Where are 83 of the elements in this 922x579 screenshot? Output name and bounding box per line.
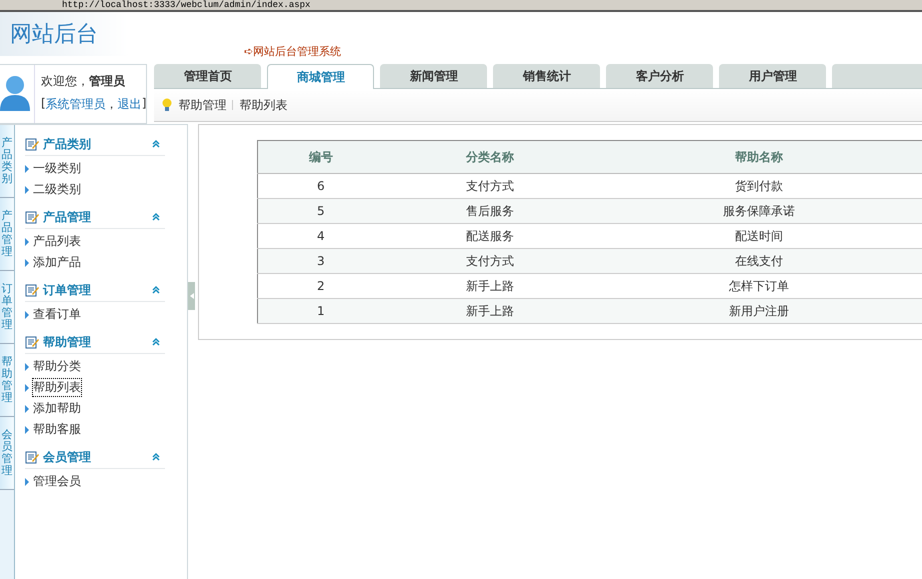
table-cell: 新用户注册 bbox=[596, 298, 922, 324]
table-cell: 配送时间 bbox=[596, 224, 922, 248]
table-cell: 支付方式 bbox=[384, 248, 596, 274]
table-cell: 2 bbox=[258, 274, 384, 298]
menu-item[interactable]: 一级类别 bbox=[33, 160, 81, 177]
breadcrumb-page: 帮助列表 bbox=[239, 96, 288, 114]
menu-item[interactable]: 帮助客服 bbox=[33, 421, 81, 438]
bullet-arrow-icon bbox=[25, 384, 29, 392]
collapse-icon[interactable] bbox=[151, 212, 161, 222]
greeting-text: 欢迎您， bbox=[41, 73, 89, 90]
bracket-text: ] bbox=[142, 96, 146, 112]
collapse-icon[interactable] bbox=[151, 452, 161, 462]
nav-tab[interactable]: 新闻管理 bbox=[380, 64, 488, 88]
table-cell: 6 bbox=[258, 174, 384, 198]
side-vertical-tab[interactable]: 订单管理 bbox=[0, 271, 14, 344]
column-header: 编号 bbox=[258, 140, 384, 174]
nav-tab[interactable]: 用户管理 bbox=[719, 64, 826, 88]
table-cell: 怎样下订单 bbox=[596, 274, 922, 298]
notepad-pencil-icon bbox=[25, 450, 39, 464]
table-cell: 5 bbox=[258, 198, 384, 224]
bullet-arrow-icon bbox=[25, 362, 29, 370]
nav-tab[interactable]: 商城管理 bbox=[267, 64, 374, 89]
side-vertical-tab[interactable]: 会员管理 bbox=[0, 417, 14, 490]
role-link[interactable]: 系统管理员 bbox=[46, 96, 106, 113]
column-header: 分类名称 bbox=[384, 140, 596, 174]
menu-group-title: 产品管理 bbox=[43, 208, 92, 226]
left-arrow-icon bbox=[190, 293, 194, 299]
table-cell: 1 bbox=[258, 298, 384, 324]
nav-tab[interactable]: 销售统计 bbox=[493, 64, 600, 88]
bullet-arrow-icon bbox=[25, 310, 29, 318]
bullet-arrow-icon bbox=[25, 426, 29, 434]
bullet-arrow-icon bbox=[25, 478, 29, 486]
notepad-pencil-icon bbox=[25, 283, 39, 297]
bullet-arrow-icon bbox=[25, 186, 29, 194]
menu-item[interactable]: 产品列表 bbox=[33, 233, 81, 250]
menu-item[interactable]: 管理会员 bbox=[33, 473, 81, 490]
bracket-text: [ bbox=[41, 96, 46, 112]
table-cell: 在线支付 bbox=[596, 248, 922, 274]
nav-tab[interactable]: 客户分析 bbox=[606, 64, 714, 88]
side-vertical-tab[interactable]: 产品管理 bbox=[0, 198, 14, 271]
menu-group-title: 帮助管理 bbox=[43, 334, 92, 350]
logout-link[interactable]: 退出 bbox=[118, 96, 142, 113]
bullet-arrow-icon bbox=[25, 164, 29, 172]
collapse-icon[interactable] bbox=[151, 139, 161, 149]
bullet-arrow-icon bbox=[25, 238, 29, 246]
menu-group-title: 订单管理 bbox=[43, 282, 92, 298]
table-cell: 配送服务 bbox=[384, 224, 596, 248]
table-cell: 新手上路 bbox=[384, 298, 596, 324]
column-header: 帮助名称 bbox=[596, 140, 922, 174]
menu-group-title: 会员管理 bbox=[43, 448, 92, 466]
table-cell: 货到付款 bbox=[596, 174, 922, 198]
menu-item[interactable]: 二级类别 bbox=[33, 181, 81, 198]
table-cell: 售后服务 bbox=[384, 198, 596, 224]
menu-item[interactable]: 添加帮助 bbox=[33, 400, 81, 417]
url-text: http://localhost:3333/webclum/admin/index.aspx bbox=[62, 1, 310, 10]
notepad-pencil-icon bbox=[25, 335, 39, 349]
collapse-icon[interactable] bbox=[151, 285, 161, 295]
user-avatar-icon bbox=[0, 73, 30, 113]
notepad-pencil-icon bbox=[25, 137, 39, 151]
side-vertical-tab[interactable]: 帮助管理 bbox=[0, 344, 14, 417]
side-vertical-tab[interactable]: 产品类别 bbox=[0, 125, 14, 198]
menu-group-title: 产品类别 bbox=[43, 136, 92, 152]
bullet-arrow-icon bbox=[25, 404, 29, 412]
lightbulb-icon bbox=[162, 98, 172, 112]
user-name: 管理员 bbox=[89, 73, 125, 90]
collapse-icon[interactable] bbox=[151, 337, 161, 347]
table-cell: 4 bbox=[258, 224, 384, 248]
table-cell: 3 bbox=[258, 248, 384, 274]
breadcrumb-section: 帮助管理 bbox=[178, 96, 226, 114]
notepad-pencil-icon bbox=[25, 210, 39, 224]
bullet-arrow-icon bbox=[25, 258, 29, 266]
comma-text: ， bbox=[106, 96, 118, 113]
table-cell: 支付方式 bbox=[384, 174, 596, 198]
menu-item[interactable]: 帮助列表 bbox=[33, 379, 81, 396]
table-cell: 新手上路 bbox=[384, 274, 596, 298]
system-title: ➪网站后台管理系统 bbox=[244, 44, 342, 59]
collapse-handle[interactable] bbox=[188, 282, 195, 310]
table-cell: 服务保障承诺 bbox=[596, 198, 922, 224]
menu-item[interactable]: 添加产品 bbox=[33, 254, 81, 271]
nav-tab[interactable]: 管理首页 bbox=[154, 64, 262, 88]
address-bar[interactable]: http://localhost:3333/webclum/admin/index.aspx bbox=[0, 0, 922, 12]
menu-item[interactable]: 帮助分类 bbox=[33, 358, 81, 375]
menu-item[interactable]: 查看订单 bbox=[33, 306, 81, 323]
